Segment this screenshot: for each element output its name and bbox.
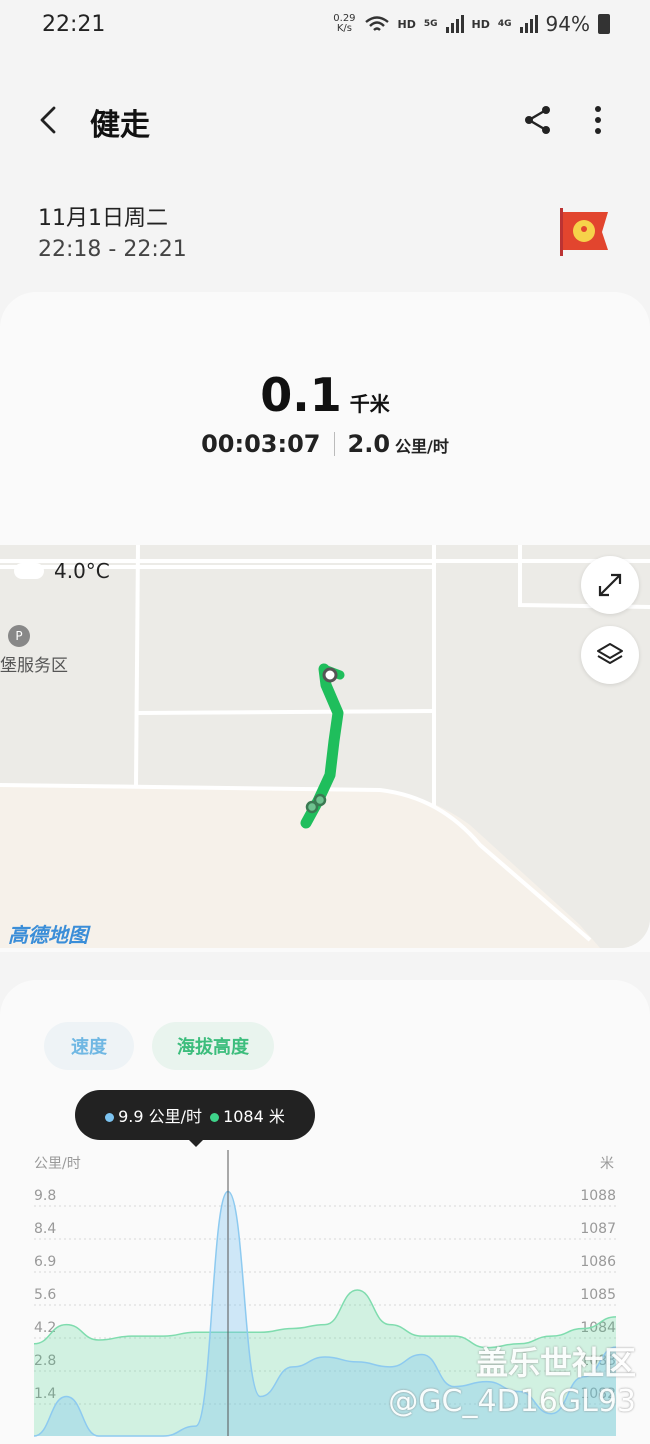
route-map[interactable]: 4.0°C P 堡服务区 高德地图 [0, 545, 650, 948]
signal-icon-2 [519, 15, 538, 33]
status-bar: 22:21 0.29 K/s HD 5G HD 4G 94% [0, 0, 650, 56]
tooltip-altitude: 1084 米 [210, 1103, 285, 1127]
tooltip-speed-text: 9.9 公里/时 [118, 1107, 203, 1126]
duration-value: 00:03:07 [201, 430, 321, 458]
flag-icon[interactable] [558, 206, 612, 258]
left-tick-label: 9.8 [34, 1188, 56, 1204]
right-tick-label: 1088 [580, 1188, 616, 1204]
altitude-tab[interactable]: 海拔高度 [152, 1022, 274, 1070]
map-provider-logo: 高德地图 [8, 923, 88, 947]
network-speed: 0.29 K/s [333, 14, 355, 34]
layers-icon [597, 643, 623, 664]
right-tick-label: 1086 [580, 1254, 616, 1270]
wifi-icon [364, 16, 389, 31]
app-header: 健走 [0, 90, 650, 154]
stats-divider [333, 432, 335, 456]
expand-icon [598, 573, 622, 597]
workout-time-range: 22:18 - 22:21 [38, 237, 187, 262]
workout-date: 11月1日周二 [38, 206, 168, 231]
watermark-site: 盖乐世社区 [475, 1344, 636, 1382]
right-tick-label: 1085 [580, 1287, 616, 1303]
left-tick-label: 5.6 [34, 1287, 56, 1303]
more-options-icon[interactable] [580, 102, 616, 138]
speed-tab[interactable]: 速度 [44, 1022, 134, 1070]
speed-dot [105, 1113, 115, 1122]
network-speed-unit: K/s [336, 23, 352, 34]
workout-stats: 00:03:07 2.0 公里/时 [0, 430, 650, 458]
right-tick-label: 1087 [580, 1221, 616, 1237]
speed-value: 2.0 [347, 430, 391, 458]
back-icon[interactable] [30, 100, 70, 140]
distance-unit: 千米 [349, 392, 390, 416]
gen-label-2: 4G [497, 19, 512, 29]
speed-unit: 公里/时 [395, 437, 449, 456]
altitude-dot [210, 1113, 220, 1122]
left-tick-label: 6.9 [34, 1254, 56, 1270]
tooltip-altitude-text: 1084 米 [223, 1107, 285, 1126]
hd-label-1: HD [397, 17, 416, 31]
hd-label-2: HD [471, 17, 490, 31]
left-tick-label: 8.4 [34, 1221, 56, 1237]
expand-map-button[interactable] [581, 556, 639, 614]
watermark-user: @GC_4D16GL93 [388, 1384, 636, 1419]
page-title: 健走 [90, 108, 150, 143]
battery-icon [598, 14, 610, 34]
signal-icon-1 [445, 15, 464, 33]
tooltip-pointer [188, 1139, 204, 1147]
gen-label-1: 5G [423, 19, 438, 29]
map-layers-button[interactable] [581, 626, 639, 684]
distance-value: 0.1 [260, 368, 342, 422]
battery-percent: 94% [545, 12, 590, 36]
route-path [300, 663, 345, 829]
distance-display: 0.1 千米 [0, 368, 650, 422]
tooltip-speed: 9.9 公里/时 [105, 1103, 202, 1127]
chart-tooltip: 9.9 公里/时 1084 米 [75, 1090, 315, 1140]
share-icon[interactable] [520, 102, 556, 138]
status-time: 22:21 [42, 12, 106, 37]
status-icons: 0.29 K/s HD 5G HD 4G 94% [333, 12, 610, 36]
